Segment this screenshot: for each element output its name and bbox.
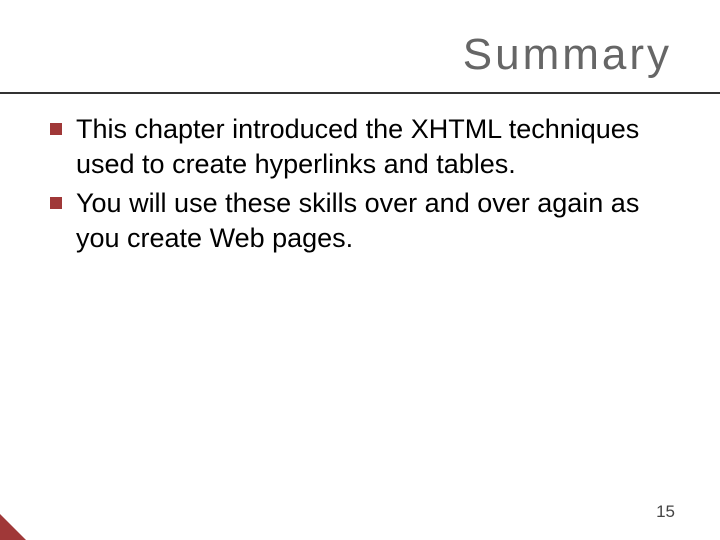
bullet-text: You will use these skills over and over … (76, 186, 680, 256)
list-item: You will use these skills over and over … (50, 186, 680, 256)
page-title: Summary (0, 30, 672, 80)
list-item: This chapter introduced the XHTML techni… (50, 112, 680, 182)
square-bullet-icon (50, 197, 62, 209)
page-number: 15 (656, 502, 675, 522)
bullet-text: This chapter introduced the XHTML techni… (76, 112, 680, 182)
square-bullet-icon (50, 123, 62, 135)
corner-accent-icon (0, 514, 26, 540)
title-area: Summary (0, 0, 720, 92)
bullet-list: This chapter introduced the XHTML techni… (50, 112, 680, 256)
content-area: This chapter introduced the XHTML techni… (0, 94, 720, 256)
